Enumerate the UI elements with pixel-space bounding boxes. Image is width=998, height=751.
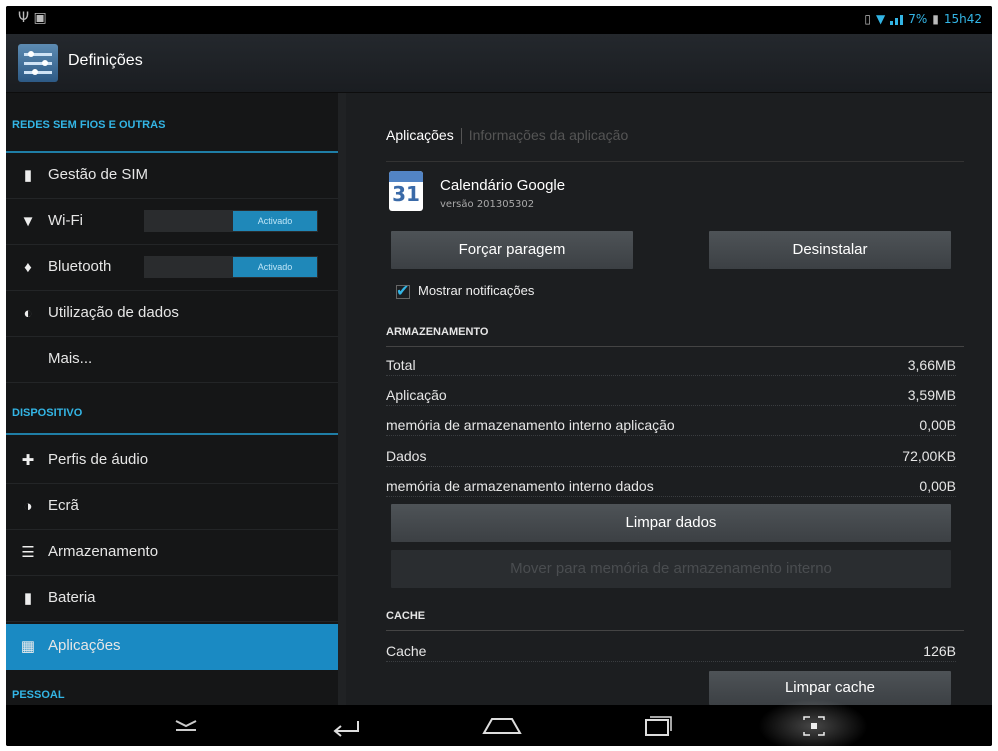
data-usage-icon: ◐ <box>23 305 33 322</box>
settings-app-icon[interactable] <box>18 44 58 82</box>
sim-status-icon: ▯ <box>864 12 871 26</box>
clock: 15h42 <box>943 12 982 26</box>
app-info-panel: Aplicações Informações da aplicação 31 Ca… <box>346 93 992 705</box>
sidebar-item-more[interactable]: Mais... <box>6 337 338 383</box>
divider <box>386 346 964 347</box>
home-icon <box>482 718 522 734</box>
section-header-device: DISPOSITIVO <box>6 407 338 435</box>
tab-apps[interactable]: Aplicações <box>386 127 454 143</box>
wifi-signal-icon: ▼ <box>875 12 886 26</box>
cache-row: Cache 126B <box>386 643 956 667</box>
bluetooth-icon: ♦ <box>24 259 32 276</box>
storage-row-total: Total 3,66MB <box>386 357 956 381</box>
apps-icon: ▦ <box>20 638 36 655</box>
sidebar-item-sim[interactable]: ▮ Gestão de SIM <box>6 153 338 199</box>
battery-percent: 7% <box>908 12 928 26</box>
clear-data-button[interactable]: Limpar dados <box>391 504 951 542</box>
sidebar-item-display[interactable]: ◑ Ecrã <box>6 484 338 530</box>
screenshot-button[interactable] <box>784 711 844 741</box>
status-indicators: ▯ ▼ 7% ▮ 15h42 <box>864 12 982 26</box>
bluetooth-toggle[interactable]: Activado <box>144 256 318 278</box>
usb-debug-icon: Ψ ▣ <box>18 10 47 26</box>
app-version: versão 201305302 <box>440 199 535 210</box>
action-bar: Definições <box>6 34 992 93</box>
back-button[interactable] <box>316 711 376 741</box>
sidebar-item-storage[interactable]: ☰ Armazenamento <box>6 530 338 576</box>
chevron-down-icon <box>175 720 197 731</box>
tab-app-info: Informações da aplicação <box>468 127 629 143</box>
sidebar-item-audio-profiles[interactable]: ✚ Perfis de áudio <box>6 438 338 484</box>
navigation-bar <box>6 699 992 746</box>
storage-section-header: ARMAZENAMENTO <box>386 326 489 338</box>
checkbox-checked-icon[interactable] <box>396 281 410 301</box>
sidebar-item-wifi[interactable]: ▼ Wi-Fi Activado <box>6 199 338 245</box>
sidebar-item-battery[interactable]: ▮ Bateria <box>6 576 338 622</box>
status-bar: Ψ ▣ ▯ ▼ 7% ▮ 15h42 <box>6 6 992 34</box>
audio-profile-icon: ✚ <box>21 452 35 469</box>
battery-icon: ▮ <box>932 12 939 26</box>
storage-icon: ☰ <box>21 544 35 561</box>
divider <box>386 630 964 631</box>
home-button[interactable] <box>472 711 532 741</box>
divider <box>386 161 964 162</box>
show-notifications-checkbox[interactable]: Mostrar notificações <box>396 281 534 301</box>
storage-row-data: Dados 72,00KB <box>386 448 956 472</box>
sidebar-item-data-usage[interactable]: ◐ Utilização de dados <box>6 291 338 337</box>
storage-row-app-internal: memória de armazenamento interno aplicaç… <box>386 417 956 441</box>
page-title: Definições <box>68 52 143 69</box>
settings-sidebar: REDES SEM FIOS E OUTRAS ▮ Gestão de SIM … <box>6 93 338 705</box>
app-name: Calendário Google <box>440 177 566 194</box>
wifi-toggle-label: Activado <box>233 211 317 231</box>
section-header-personal: PESSOAL <box>12 689 65 701</box>
sidebar-item-apps[interactable]: ▦ Aplicações <box>6 624 338 670</box>
wifi-icon: ▼ <box>20 213 36 230</box>
hide-keyboard-button[interactable] <box>156 711 216 741</box>
cell-signal-icon <box>890 13 904 25</box>
screenshot-icon <box>803 716 825 736</box>
tablet-screen: Ψ ▣ ▯ ▼ 7% ▮ 15h42 Definições REDES SEM … <box>6 6 992 746</box>
uninstall-button[interactable]: Desinstalar <box>709 231 951 269</box>
cache-section-header: CACHE <box>386 610 426 622</box>
calendar-app-icon: 31 <box>389 171 423 211</box>
sidebar-item-bluetooth[interactable]: ♦ Bluetooth Activado <box>6 245 338 291</box>
recent-apps-button[interactable] <box>626 711 686 741</box>
bluetooth-toggle-label: Activado <box>233 257 317 277</box>
recent-apps-icon <box>645 716 672 736</box>
move-to-internal-button: Mover para memória de armazenamento inte… <box>391 550 951 588</box>
wifi-toggle[interactable]: Activado <box>144 210 318 232</box>
section-header-wireless: REDES SEM FIOS E OUTRAS <box>6 119 338 153</box>
force-stop-button[interactable]: Forçar paragem <box>391 231 633 269</box>
sim-icon: ▮ <box>23 167 33 184</box>
back-icon <box>333 721 359 737</box>
display-icon: ◑ <box>23 498 33 515</box>
breadcrumb: Aplicações Informações da aplicação <box>386 127 629 145</box>
app-info-pane: Aplicações Informações da aplicação 31 Ca… <box>338 93 992 705</box>
storage-row-app: Aplicação 3,59MB <box>386 387 956 411</box>
battery-icon: ▮ <box>23 590 33 607</box>
storage-row-data-internal: memória de armazenamento interno dados 0,… <box>386 478 956 502</box>
